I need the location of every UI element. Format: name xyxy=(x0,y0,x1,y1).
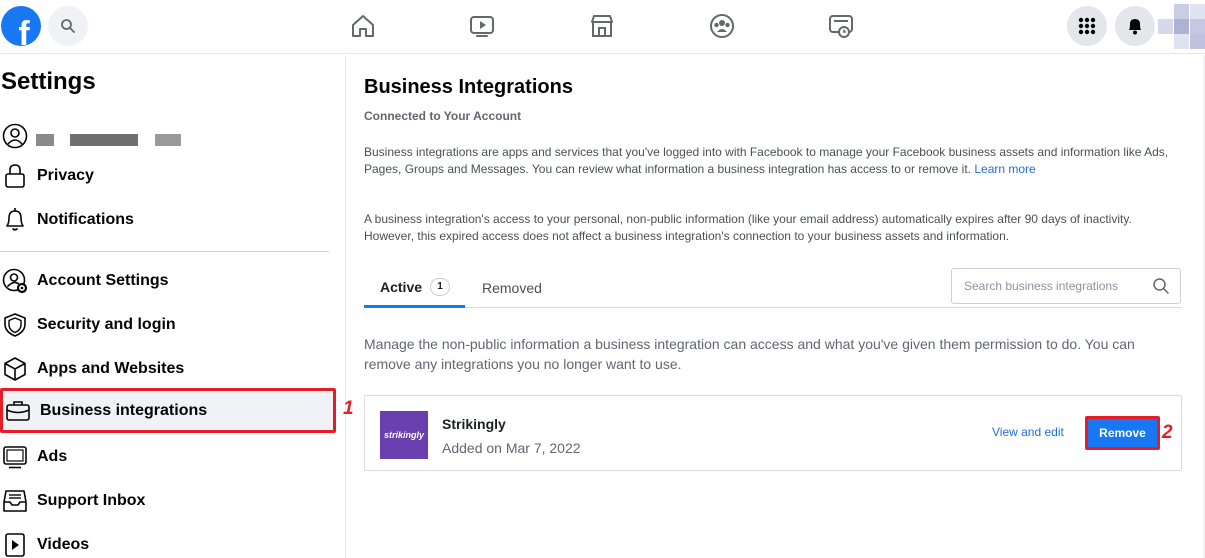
expiry-paragraph: A business integration's access to your … xyxy=(364,212,1132,243)
video-icon xyxy=(0,530,30,558)
sidebar-item-label: Privacy xyxy=(37,167,94,184)
strikingly-logo: strikingly xyxy=(380,411,428,459)
learn-more-link[interactable]: Learn more xyxy=(974,162,1035,176)
menu-grid-icon xyxy=(1078,17,1096,35)
redacted-name xyxy=(155,134,181,146)
sidebar-item-support-inbox[interactable]: Support Inbox xyxy=(0,480,330,522)
sidebar-item-label: Business integrations xyxy=(40,401,208,419)
top-navigation-bar: f xyxy=(0,0,1205,54)
search-icon xyxy=(61,19,75,33)
page-title: Business Integrations xyxy=(364,76,573,98)
redacted-name xyxy=(70,134,138,146)
sidebar-item-label: Support Inbox xyxy=(37,492,146,509)
redacted-name xyxy=(36,134,54,146)
sidebar-item-privacy[interactable]: Privacy xyxy=(0,155,330,197)
sidebar-item-ads[interactable]: Ads xyxy=(0,436,330,478)
sidebar-item-videos[interactable]: Videos xyxy=(0,524,330,558)
groups-icon xyxy=(710,14,734,38)
integration-card: strikingly Strikingly Added on Mar 7, 20… xyxy=(364,395,1182,471)
inbox-icon xyxy=(0,486,30,516)
search-integrations-input[interactable]: Search business integrations xyxy=(951,268,1181,304)
ads-monitor-icon xyxy=(0,442,30,472)
user-gear-icon xyxy=(0,266,30,296)
facebook-logo[interactable]: f xyxy=(1,6,41,46)
sidebar-item-notifications[interactable]: Notifications xyxy=(0,199,330,241)
nav-groups[interactable] xyxy=(704,8,740,44)
nav-marketplace[interactable] xyxy=(584,8,620,44)
sidebar-item-label: Ads xyxy=(37,448,68,465)
cube-icon xyxy=(0,354,30,384)
sidebar-item-business-integrations[interactable]: Business integrations xyxy=(0,388,336,433)
lock-icon xyxy=(0,161,30,191)
description-paragraph: Business integrations are apps and servi… xyxy=(364,145,1169,176)
sidebar-item-label: Notifications xyxy=(37,211,134,228)
user-icon xyxy=(0,121,30,151)
sidebar-item-account-settings[interactable]: Account Settings xyxy=(0,260,330,302)
tab-removed[interactable]: Removed xyxy=(482,268,542,308)
bell-icon xyxy=(0,205,30,235)
briefcase-icon xyxy=(3,396,33,426)
manage-description: Manage the non-public information a busi… xyxy=(364,336,1135,372)
remove-button[interactable]: Remove xyxy=(1085,416,1160,450)
sidebar-item-label: Apps and Websites xyxy=(37,360,185,377)
marketplace-icon xyxy=(591,15,613,37)
settings-title: Settings xyxy=(1,68,96,95)
menu-button[interactable] xyxy=(1067,6,1107,46)
integration-added-date: Added on Mar 7, 2022 xyxy=(442,440,581,456)
nav-gaming[interactable] xyxy=(823,8,859,44)
sidebar-item-label: Account Settings xyxy=(37,272,169,289)
avatar[interactable] xyxy=(1158,4,1205,50)
gaming-icon xyxy=(829,15,853,38)
integration-name: Strikingly xyxy=(442,416,506,432)
sidebar-item-label: Videos xyxy=(37,536,90,553)
home-icon xyxy=(352,15,374,37)
sidebar-item-security[interactable]: Security and login xyxy=(0,304,330,346)
annotation-marker-2: 2 xyxy=(1162,422,1173,443)
watch-icon xyxy=(470,16,494,37)
section-subtitle: Connected to Your Account xyxy=(364,109,522,123)
shield-icon xyxy=(0,310,30,340)
search-icon xyxy=(1153,278,1169,294)
sidebar-item-apps-websites[interactable]: Apps and Websites xyxy=(0,348,330,390)
annotation-marker-1: 1 xyxy=(343,398,354,419)
notifications-bell-icon xyxy=(1129,19,1141,35)
nav-watch[interactable] xyxy=(464,8,500,44)
settings-sidebar: Settings Privacy Notifications Account S… xyxy=(0,55,354,558)
notifications-button[interactable] xyxy=(1115,6,1155,46)
active-count-badge: 1 xyxy=(430,277,451,296)
search-button[interactable] xyxy=(48,6,88,46)
sidebar-divider xyxy=(0,251,329,252)
nav-home[interactable] xyxy=(345,8,381,44)
view-and-edit-link[interactable]: View and edit xyxy=(992,425,1064,439)
tab-active[interactable]: Active 1 xyxy=(364,268,465,308)
sidebar-item-label: Security and login xyxy=(37,316,176,333)
